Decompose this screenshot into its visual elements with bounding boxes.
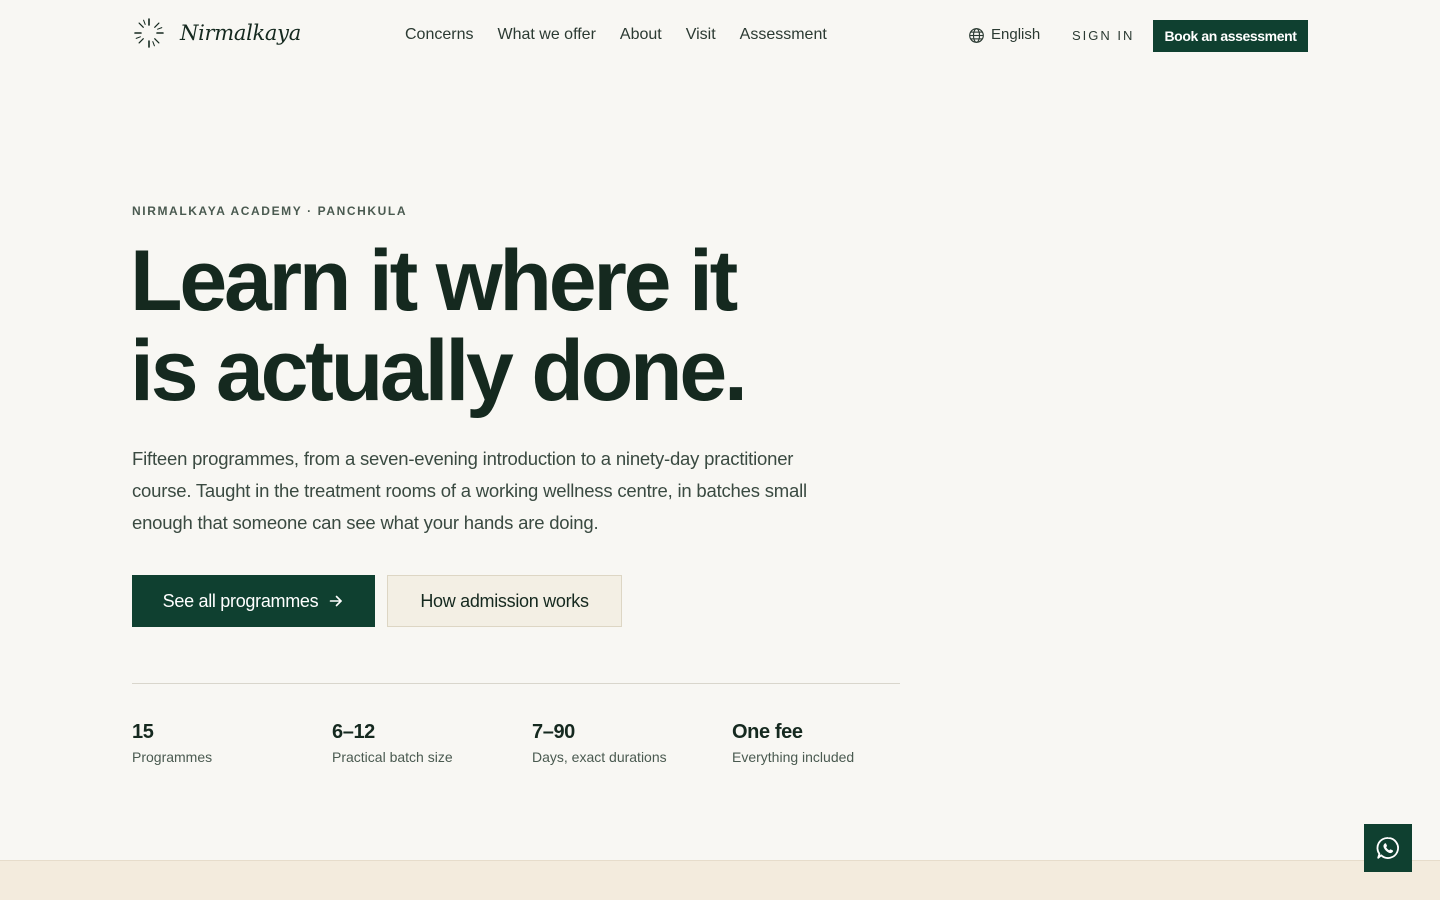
stat-label: Programmes (132, 749, 213, 765)
hero-headline-line-2: is actually done. (130, 323, 748, 419)
whatsapp-icon (1376, 837, 1399, 859)
see-all-programmes-label: See all programmes (162, 590, 319, 611)
hero-description: Fifteen programmes, from a seven-evening… (132, 448, 807, 533)
whatsapp-chat-button[interactable] (1364, 824, 1412, 872)
stat-label: Days, exact durations (532, 749, 667, 765)
stat-durations: 7–90 Days, exact durations (532, 720, 732, 766)
stat-value: 7–90 (532, 721, 575, 743)
nav-item-about[interactable]: About (620, 24, 662, 46)
nav-item-visit[interactable]: Visit (686, 24, 716, 46)
stat-value: 15 (132, 721, 154, 743)
nav-item-assessment[interactable]: Assessment (740, 24, 827, 46)
how-admission-works-button[interactable]: How admission works (387, 575, 622, 627)
stat-batch-size: 6–12 Practical batch size (332, 720, 532, 766)
sunburst-mark-icon (134, 18, 164, 48)
stat-value: 6–12 (332, 721, 375, 743)
site-header: Nirmalkaya Concerns What we offer About … (0, 0, 1440, 72)
hero-headline-line-1: Learn it where it (130, 233, 738, 329)
stat-fee: One fee Everything included (732, 720, 932, 766)
hero-eyebrow: NIRMALKAYA ACADEMY · PANCHKULA (132, 204, 408, 218)
sign-in-link[interactable]: SIGN IN (1072, 27, 1134, 45)
globe-icon (969, 27, 984, 43)
nav-item-concerns[interactable]: Concerns (405, 24, 473, 46)
next-section-band (0, 860, 1440, 900)
stat-programmes: 15 Programmes (132, 720, 332, 766)
language-selector[interactable]: English (968, 25, 1040, 45)
stat-label: Practical batch size (332, 749, 453, 765)
hero-headline: Learn it where it is actually done. (130, 236, 890, 416)
main-nav: Concerns What we offer About Visit Asses… (405, 24, 827, 46)
stats-divider (132, 683, 900, 684)
see-all-programmes-button[interactable]: See all programmes (132, 575, 375, 627)
stat-value: One fee (732, 721, 803, 743)
brand-logo-link[interactable]: Nirmalkaya (132, 16, 301, 50)
stat-label: Everything included (732, 749, 855, 765)
language-label: English (991, 26, 1041, 43)
book-assessment-button[interactable]: Book an assessment (1153, 20, 1308, 52)
nav-item-what-we-offer[interactable]: What we offer (497, 24, 595, 46)
arrow-right-icon (330, 595, 343, 607)
brand-name: Nirmalkaya (180, 21, 301, 45)
